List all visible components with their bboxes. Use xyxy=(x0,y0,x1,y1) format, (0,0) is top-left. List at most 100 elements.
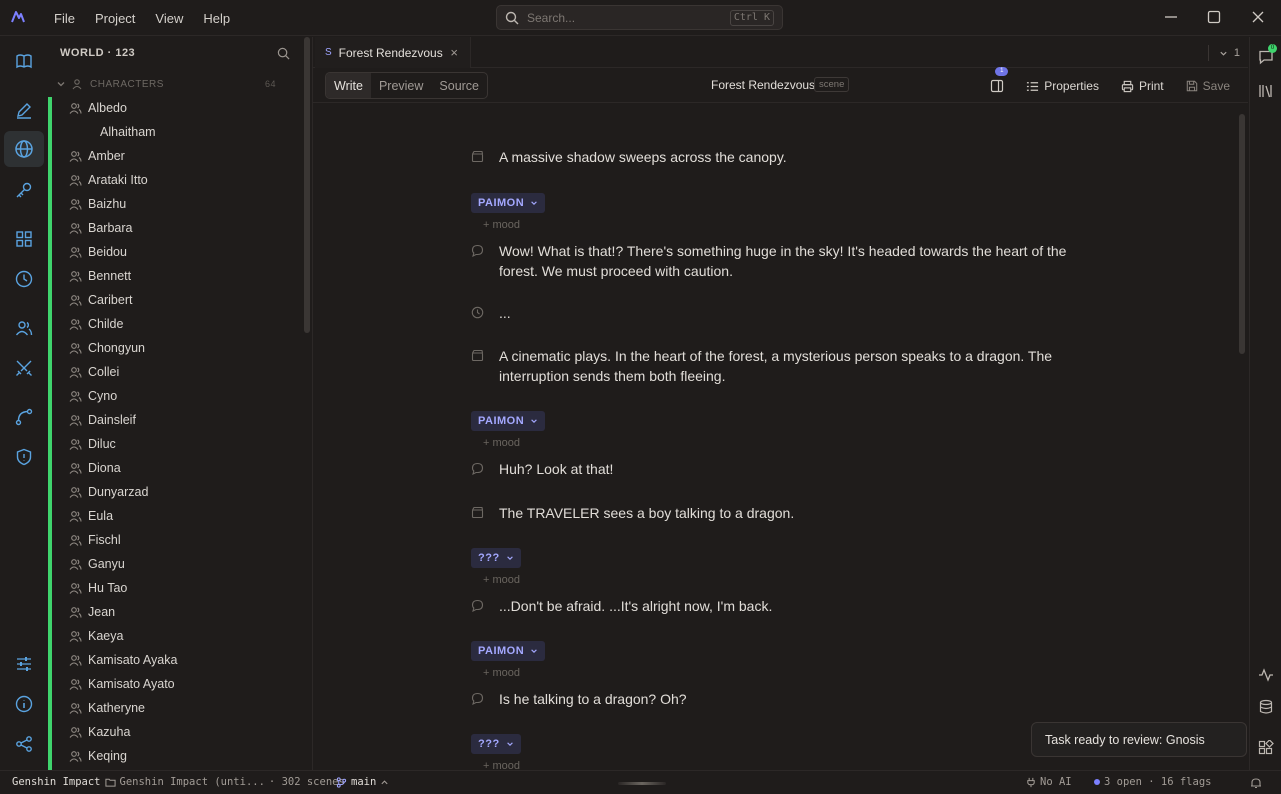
character-item[interactable]: Hu Tao xyxy=(64,576,300,600)
sidebar-scrollbar[interactable] xyxy=(304,37,310,333)
swords-icon[interactable] xyxy=(4,350,44,386)
dialogue-line[interactable]: Is he talking to a dragon? Oh? xyxy=(499,689,1089,709)
speaker-tag[interactable]: PAIMON xyxy=(471,411,546,431)
character-item[interactable]: Jean xyxy=(64,600,300,624)
menu-project[interactable]: Project xyxy=(85,11,145,26)
add-mood-button[interactable]: + mood xyxy=(483,667,520,679)
status-ai[interactable]: No AI xyxy=(1026,776,1072,788)
globe-icon[interactable] xyxy=(4,131,44,167)
app-logo-icon[interactable] xyxy=(11,10,25,24)
grid-icon[interactable] xyxy=(4,221,44,257)
character-item[interactable]: Kazuha xyxy=(64,720,300,744)
dialogue-line[interactable]: ...Don't be afraid. ...It's alright now,… xyxy=(499,596,1089,616)
people-icon[interactable] xyxy=(4,310,44,346)
menu-view[interactable]: View xyxy=(145,11,193,26)
character-item[interactable]: Keqing xyxy=(64,744,300,768)
character-item[interactable]: Fischl xyxy=(64,528,300,552)
print-button[interactable]: Print xyxy=(1121,79,1164,93)
branch-indicator[interactable]: 1 xyxy=(1207,45,1240,61)
add-mood-button[interactable]: + mood xyxy=(483,219,520,231)
mode-source-button[interactable]: Source xyxy=(431,73,487,98)
shield-icon[interactable] xyxy=(4,439,44,475)
status-flags[interactable]: 3 open · 16 flags xyxy=(1094,776,1211,788)
panel-toggle-button[interactable]: 1 xyxy=(990,67,1009,93)
character-item[interactable]: Arataki Itto xyxy=(64,168,300,192)
character-item[interactable]: Caribert xyxy=(64,288,300,312)
speaker-tag[interactable]: PAIMON xyxy=(471,641,546,661)
pause-line[interactable]: ... xyxy=(499,303,1089,323)
library-icon[interactable] xyxy=(1258,83,1274,99)
character-item[interactable]: Dunyarzad xyxy=(64,480,300,504)
tab-forest-rendezvous[interactable]: S Forest Rendezvous × xyxy=(315,37,471,68)
chat-icon[interactable]: 0 xyxy=(1258,44,1277,65)
add-mood-button[interactable]: + mood xyxy=(483,760,520,770)
minimize-icon[interactable] xyxy=(1164,10,1178,24)
key-icon[interactable] xyxy=(4,172,44,208)
close-window-icon[interactable] xyxy=(1251,10,1265,24)
character-item[interactable]: Katheryne xyxy=(64,696,300,720)
mode-write-button[interactable]: Write xyxy=(326,73,371,98)
character-item[interactable]: Baizhu xyxy=(64,192,300,216)
sidebar-search-icon[interactable] xyxy=(277,47,290,60)
pen-icon[interactable] xyxy=(4,92,44,128)
action-line[interactable]: A cinematic plays. In the heart of the f… xyxy=(499,346,1089,386)
global-search-input[interactable]: Search... Ctrl K xyxy=(496,5,783,30)
character-item[interactable]: Collei xyxy=(64,360,300,384)
character-item[interactable]: Albedo xyxy=(64,96,300,120)
character-item[interactable]: Chongyun xyxy=(64,336,300,360)
speaker-tag[interactable]: ??? xyxy=(471,734,521,754)
route-icon[interactable] xyxy=(4,399,44,435)
add-mood-button[interactable]: + mood xyxy=(483,574,520,586)
character-item[interactable]: Alhaitham xyxy=(64,120,300,144)
person-icon xyxy=(69,726,85,739)
character-item[interactable]: Kaeya xyxy=(64,624,300,648)
character-item[interactable]: Amber xyxy=(64,144,300,168)
add-mood-button[interactable]: + mood xyxy=(483,437,520,449)
menu-help[interactable]: Help xyxy=(193,11,240,26)
editor-scrollbar[interactable] xyxy=(1239,114,1245,354)
status-project[interactable]: Genshin Impact Genshin Impact (unti... ·… xyxy=(12,776,345,788)
character-item[interactable]: Kamisato Ayaka xyxy=(64,648,300,672)
character-item[interactable]: Childe xyxy=(64,312,300,336)
characters-group[interactable]: CHARACTERS 64 xyxy=(56,75,276,93)
speaker-tag[interactable]: ??? xyxy=(471,548,521,568)
divider xyxy=(1207,45,1209,61)
character-item[interactable]: Eula xyxy=(64,504,300,528)
speaker-tag[interactable]: PAIMON xyxy=(471,193,546,213)
character-item[interactable]: Ganyu xyxy=(64,552,300,576)
character-name: Jean xyxy=(88,605,116,619)
project-folder: Genshin Impact (unti... xyxy=(119,776,265,788)
task-toast[interactable]: Task ready to review: Gnosis xyxy=(1031,722,1247,757)
close-tab-icon[interactable]: × xyxy=(450,45,458,60)
sliders-icon[interactable] xyxy=(4,646,44,682)
dialogue-line[interactable]: Huh? Look at that! xyxy=(499,459,1089,479)
action-line[interactable]: A massive shadow sweeps across the canop… xyxy=(499,147,1089,167)
bell-icon[interactable] xyxy=(1250,777,1262,789)
extensions-icon[interactable] xyxy=(1258,740,1274,756)
share-icon[interactable] xyxy=(4,726,44,762)
properties-button[interactable]: Properties xyxy=(1026,79,1099,93)
clock-icon[interactable] xyxy=(4,261,44,297)
info-icon[interactable] xyxy=(4,686,44,722)
mode-preview-button[interactable]: Preview xyxy=(371,73,431,98)
action-line[interactable]: The TRAVELER sees a boy talking to a dra… xyxy=(499,503,1089,523)
status-branch[interactable]: main xyxy=(336,776,389,788)
script-editor[interactable]: A massive shadow sweeps across the canop… xyxy=(313,104,1248,770)
character-item[interactable]: Cyno xyxy=(64,384,300,408)
book-icon[interactable] xyxy=(4,43,44,79)
character-item[interactable]: Beidou xyxy=(64,240,300,264)
person-icon xyxy=(69,246,85,259)
maximize-icon[interactable] xyxy=(1207,10,1221,24)
dialogue-line[interactable]: Wow! What is that!? There's something hu… xyxy=(499,241,1089,281)
character-item[interactable]: Diluc xyxy=(64,432,300,456)
character-item[interactable]: Diona xyxy=(64,456,300,480)
activity-icon[interactable] xyxy=(1258,667,1274,683)
save-button[interactable]: Save xyxy=(1186,79,1230,93)
character-item[interactable]: Barbara xyxy=(64,216,300,240)
database-icon[interactable] xyxy=(1258,699,1274,715)
character-item[interactable]: Dainsleif xyxy=(64,408,300,432)
menu-file[interactable]: File xyxy=(44,11,85,26)
character-item[interactable]: Bennett xyxy=(64,264,300,288)
character-item[interactable]: Kamisato Ayato xyxy=(64,672,300,696)
character-name: Fischl xyxy=(88,533,121,547)
